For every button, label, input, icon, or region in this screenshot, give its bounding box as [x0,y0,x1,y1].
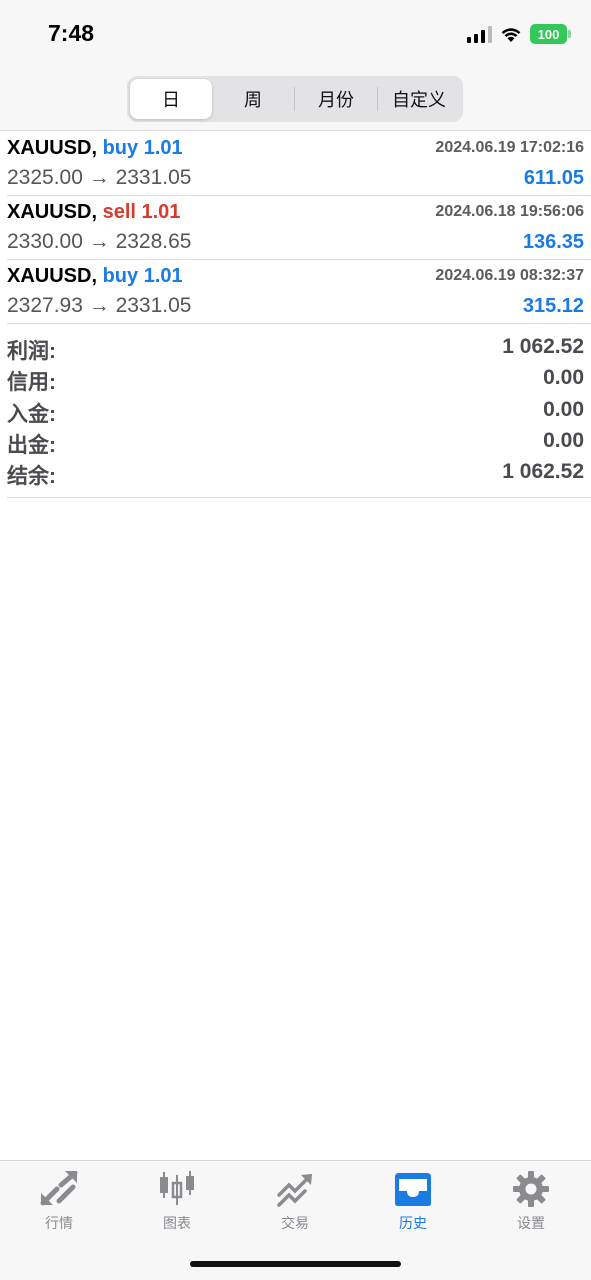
period-segmented-control: 日 周 月份 自定义 [127,76,463,122]
summary-label: 出金: [7,433,56,457]
header-area: 7:48 100 日 周 月份 自定义 [0,0,591,131]
summary-row-credit: 信用: 0.00 [7,364,591,395]
wifi-icon [501,27,521,42]
trade-symbol: XAUUSD, [7,201,98,223]
trade-symbol-line: XAUUSD, sell 1.01 [7,201,180,224]
tab-quotes[interactable]: 行情 [0,1169,118,1233]
tab-charts[interactable]: 图表 [118,1169,236,1233]
summary-row-profit: 利润: 1 062.52 [7,333,591,364]
quotes-arrows-icon [0,1169,118,1209]
trade-profit: 136.35 [522,231,584,253]
tab-day[interactable]: 日 [130,79,212,119]
tab-settings[interactable]: 设置 [472,1169,590,1233]
trade-row[interactable]: XAUUSD, buy 1.01 2024.06.19 17:02:16 232… [7,132,591,196]
status-time: 7:48 [48,20,95,46]
trade-type: buy 1.01 [102,265,183,287]
trade-datetime: 2024.06.18 19:56:06 [435,203,584,220]
summary-value: 0.00 [543,366,584,390]
tab-month[interactable]: 月份 [295,79,377,119]
trade-prices: 2327.93 → 2331.05 [7,294,192,317]
trade-symbol: XAUUSD, [7,137,98,159]
tab-history[interactable]: 历史 [354,1169,472,1233]
trade-datetime: 2024.06.19 17:02:16 [435,139,584,156]
tab-trade[interactable]: 交易 [236,1169,354,1233]
history-inbox-icon [354,1169,472,1209]
trade-type: sell 1.01 [102,201,181,223]
summary-label: 入金: [7,402,56,426]
trade-trend-icon [236,1169,354,1209]
summary-value: 1 062.52 [502,460,584,484]
trade-prices: 2325.00 → 2331.05 [7,166,192,189]
battery-icon: 100 [530,24,571,44]
summary-value: 1 062.52 [502,335,584,358]
home-indicator[interactable] [190,1261,401,1267]
trade-prices: 2330.00 → 2328.65 [7,230,192,253]
summary-label: 结余: [7,465,56,489]
trade-datetime: 2024.06.19 08:32:37 [435,267,584,284]
trade-symbol-line: XAUUSD, buy 1.01 [7,265,183,288]
summary-row-balance: 结余: 1 062.52 [7,458,591,489]
tab-label: 行情 [45,1215,73,1231]
gear-icon [472,1169,590,1209]
summary-label: 信用: [7,371,56,395]
trade-type: buy 1.01 [102,137,183,159]
tab-label: 历史 [399,1215,427,1231]
cellular-signal-icon [467,25,492,43]
candlestick-chart-icon [118,1169,236,1209]
summary-value: 0.00 [543,397,584,421]
tab-label: 设置 [517,1215,545,1231]
summary-row-withdrawal: 出金: 0.00 [7,427,591,458]
trade-profit: 611.05 [523,167,584,189]
trade-history-list: XAUUSD, buy 1.01 2024.06.19 17:02:16 232… [0,132,591,324]
trade-profit: 315.12 [522,295,584,317]
trade-row[interactable]: XAUUSD, buy 1.01 2024.06.19 08:32:37 232… [7,260,591,324]
tab-label: 图表 [163,1215,191,1231]
trade-symbol: XAUUSD, [7,265,98,287]
tab-label: 交易 [281,1215,309,1231]
trade-row[interactable]: XAUUSD, sell 1.01 2024.06.18 19:56:06 23… [7,196,591,260]
account-summary: 利润: 1 062.52 信用: 0.00 入金: 0.00 出金: 0.00 … [7,333,591,499]
tab-week[interactable]: 周 [212,79,294,119]
tab-custom[interactable]: 自定义 [378,79,460,119]
summary-label: 利润: [7,340,56,363]
trade-symbol-line: XAUUSD, buy 1.01 [7,137,183,160]
status-icons: 100 [467,24,571,44]
summary-row-deposit: 入金: 0.00 [7,396,591,427]
summary-value: 0.00 [543,428,584,452]
